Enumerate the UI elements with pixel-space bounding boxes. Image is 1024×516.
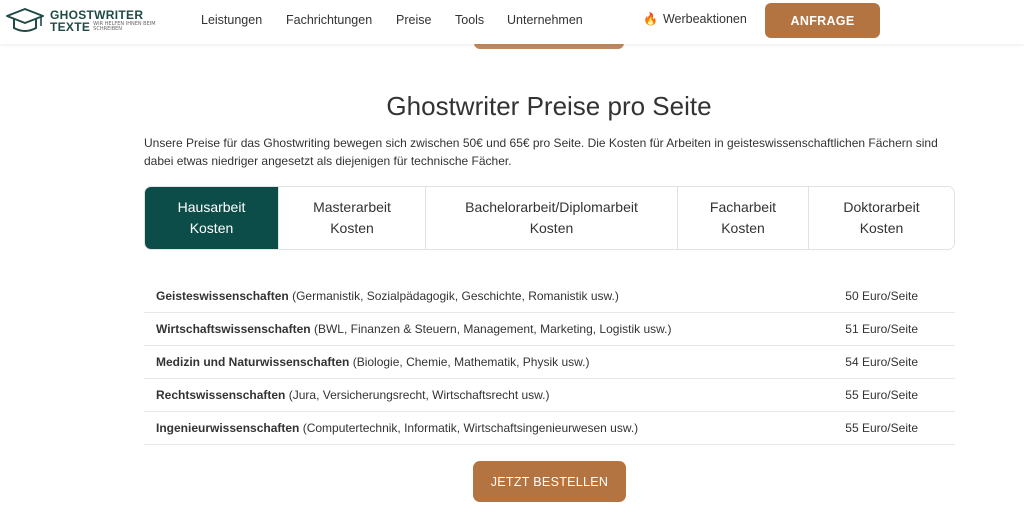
tab-facharbeit[interactable]: Facharbeit Kosten bbox=[678, 187, 809, 249]
row-description: Geisteswissenschaften (Germanistik, Sozi… bbox=[156, 289, 619, 303]
tab-sublabel: Kosten bbox=[529, 220, 574, 236]
site-logo[interactable]: GHOSTWRITER TEXTE WIR HELFEN IHNEN BEIM … bbox=[4, 6, 163, 36]
price-tabs: Hausarbeit Kosten Masterarbeit Kosten Bach… bbox=[144, 186, 955, 250]
nav-item-fachrichtungen[interactable]: Fachrichtungen bbox=[286, 13, 372, 27]
field-name: Ingenieurwissenschaften bbox=[156, 421, 300, 435]
tab-hausarbeit[interactable]: Hausarbeit Kosten bbox=[145, 187, 279, 249]
table-row: Medizin und Naturwissenschaften (Biologi… bbox=[144, 346, 955, 379]
field-examples: (BWL, Finanzen & Steuern, Management, Ma… bbox=[313, 322, 672, 336]
field-examples: (Computertechnik, Informatik, Wirtschaft… bbox=[302, 421, 639, 435]
nav-item-leistungen[interactable]: Leistungen bbox=[201, 13, 262, 27]
nav-item-preise[interactable]: Preise bbox=[396, 13, 431, 27]
tab-sublabel: Kosten bbox=[859, 220, 904, 236]
tab-label: Bachelorarbeit/Diplomarbeit bbox=[465, 199, 638, 215]
graduation-cap-icon bbox=[6, 8, 44, 32]
tab-label: Masterarbeit bbox=[313, 199, 391, 215]
row-price: 55 Euro/Seite bbox=[845, 421, 918, 435]
field-name: Wirtschaftswissenschaften bbox=[156, 322, 311, 336]
field-examples: (Biologie, Chemie, Mathematik, Physik us… bbox=[352, 355, 590, 369]
tab-label: Hausarbeit bbox=[177, 199, 246, 215]
tab-sublabel: Kosten bbox=[330, 220, 374, 236]
site-header: GHOSTWRITER TEXTE WIR HELFEN IHNEN BEIM … bbox=[0, 0, 1024, 44]
promo-link[interactable]: 🔥 Werbeaktionen bbox=[643, 12, 747, 26]
row-price: 51 Euro/Seite bbox=[845, 322, 918, 336]
table-row: Rechtswissenschaften (Jura, Versicherung… bbox=[144, 379, 955, 412]
tab-masterarbeit[interactable]: Masterarbeit Kosten bbox=[279, 187, 426, 249]
field-name: Geisteswissenschaften bbox=[156, 289, 289, 303]
price-table: Geisteswissenschaften (Germanistik, Sozi… bbox=[144, 280, 955, 445]
field-examples: (Jura, Versicherungsrecht, Wirtschaftsre… bbox=[288, 388, 550, 402]
table-row: Geisteswissenschaften (Germanistik, Sozi… bbox=[144, 280, 955, 313]
tab-label: Doktorarbeit bbox=[843, 199, 920, 215]
tab-doktorarbeit[interactable]: Doktorarbeit Kosten bbox=[809, 187, 954, 249]
table-row: Ingenieurwissenschaften (Computertechnik… bbox=[144, 412, 955, 445]
nav-item-tools[interactable]: Tools bbox=[455, 13, 484, 27]
field-name: Medizin und Naturwissenschaften bbox=[156, 355, 350, 369]
row-price: 54 Euro/Seite bbox=[845, 355, 918, 369]
row-description: Rechtswissenschaften (Jura, Versicherung… bbox=[156, 388, 550, 402]
row-description: Ingenieurwissenschaften (Computertechnik… bbox=[156, 421, 638, 435]
table-row: Wirtschaftswissenschaften (BWL, Finanzen… bbox=[144, 313, 955, 346]
flame-icon: 🔥 bbox=[643, 12, 658, 26]
nav-item-unternehmen[interactable]: Unternehmen bbox=[507, 13, 583, 27]
anfrage-button[interactable]: ANFRAGE bbox=[765, 3, 880, 38]
promo-label: Werbeaktionen bbox=[662, 12, 747, 26]
tab-sublabel: Kosten bbox=[721, 220, 765, 236]
row-description: Medizin und Naturwissenschaften (Biologi… bbox=[156, 355, 589, 369]
tab-sublabel: Kosten bbox=[189, 220, 234, 236]
tab-bachelorarbeit[interactable]: Bachelorarbeit/Diplomarbeit Kosten bbox=[426, 187, 678, 249]
field-name: Rechtswissenschaften bbox=[156, 388, 286, 402]
logo-line2: TEXTE bbox=[50, 20, 91, 34]
row-price: 55 Euro/Seite bbox=[845, 388, 918, 402]
row-description: Wirtschaftswissenschaften (BWL, Finanzen… bbox=[156, 322, 671, 336]
logo-tagline: WIR HELFEN IHNEN BEIM SCHREIBEN bbox=[93, 21, 156, 32]
field-examples: (Germanistik, Sozialpädagogik, Geschicht… bbox=[292, 289, 619, 303]
page-title: Ghostwriter Preise pro Seite bbox=[386, 91, 712, 121]
tab-label: Facharbeit bbox=[709, 199, 777, 215]
order-button[interactable]: JETZT BESTELLEN bbox=[473, 461, 626, 502]
intro-text: Unsere Preise für das Ghostwriting beweg… bbox=[144, 136, 938, 168]
row-price: 50 Euro/Seite bbox=[845, 289, 918, 303]
